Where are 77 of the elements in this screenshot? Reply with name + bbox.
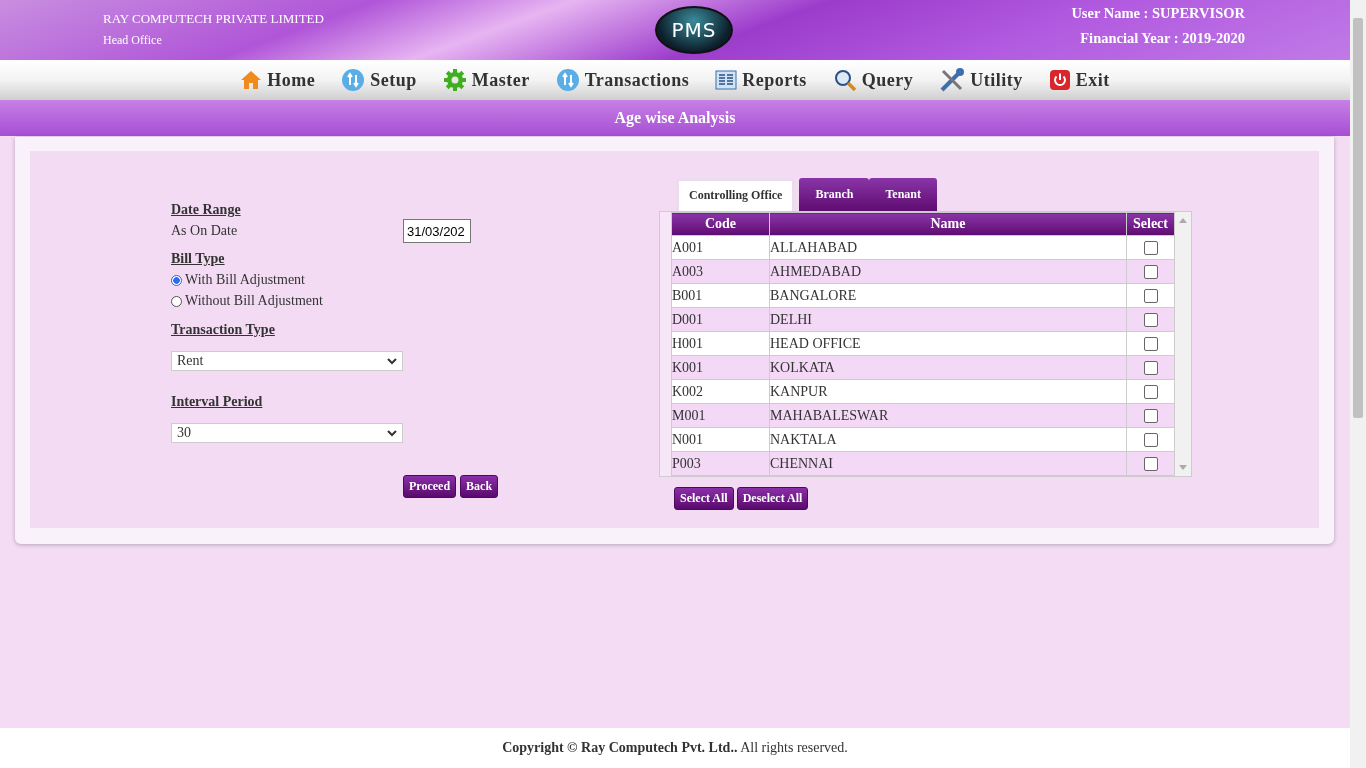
table-cell: A003 (671, 259, 770, 284)
menu-item[interactable]: Exit (1048, 69, 1110, 91)
scrollbar[interactable] (1350, 0, 1366, 768)
table-cell: N001 (671, 427, 770, 452)
action-button[interactable]: Proceed (403, 475, 457, 498)
table-cell: MAHABALESWAR (769, 403, 1127, 428)
house-icon (240, 69, 263, 91)
user-name: User Name : SUPERVISOR (1071, 5, 1245, 22)
tab[interactable]: Tenant (869, 178, 938, 211)
table-cell: H001 (671, 331, 770, 356)
tab[interactable]: Branch (799, 178, 870, 211)
checkbox[interactable] (1143, 313, 1158, 328)
power-icon (1048, 69, 1071, 91)
checkbox[interactable] (1143, 289, 1158, 304)
checkbox[interactable] (1143, 361, 1158, 376)
checkbox[interactable] (1143, 265, 1158, 280)
arrows-icon (555, 68, 580, 92)
menu-item[interactable]: Transactions (555, 68, 690, 92)
tab[interactable]: Controlling Office (676, 178, 796, 211)
section-heading: Bill Type (171, 251, 226, 267)
table-cell: NAKTALA (769, 427, 1127, 452)
checkbox[interactable] (1143, 241, 1158, 256)
interval-period-dropdown[interactable]: 30 (171, 423, 403, 443)
menu-item[interactable]: Utility (939, 67, 1023, 93)
chevron-down-icon (387, 429, 397, 437)
table-cell: KANPUR (769, 379, 1127, 404)
table-cell: A001 (671, 235, 770, 260)
transaction-type-dropdown[interactable]: Rent (171, 351, 403, 371)
arrows-icon (341, 68, 366, 92)
action-button[interactable]: Back (460, 475, 499, 498)
column-header: Name (769, 212, 1127, 236)
section-heading: Date Range (171, 202, 242, 218)
menu-item[interactable]: Home (240, 69, 316, 91)
radio-option[interactable]: Without Bill Adjustment (171, 293, 511, 309)
checkbox[interactable] (1143, 433, 1158, 448)
company-name: RAY COMPUTECH PRIVATE LIMITED (103, 11, 325, 27)
report-icon (715, 69, 738, 91)
chevron-down-icon (387, 357, 397, 365)
table-cell: K002 (671, 379, 770, 404)
table-cell: ALLAHABAD (769, 235, 1127, 260)
table-cell: B001 (671, 283, 770, 308)
radio-option[interactable]: With Bill Adjustment (171, 272, 511, 288)
menu-item[interactable]: Query (832, 68, 914, 92)
financial-year: Financial Year : 2019-2020 (1080, 30, 1245, 47)
date-field[interactable]: 31/03/202 (403, 219, 471, 243)
logo: PMS (655, 6, 733, 54)
checkbox[interactable] (1143, 385, 1158, 400)
table-cell: CHENNAI (769, 451, 1127, 476)
column-header: Select (1126, 212, 1175, 236)
field-label: As On Date (171, 223, 238, 239)
copyright-text: Copyright © Ray Computech Pvt. Ltd.. All rights reserved. (502, 740, 848, 756)
checkbox[interactable] (1143, 409, 1158, 424)
search-icon (832, 68, 857, 92)
section-heading: Interval Period (171, 394, 264, 410)
table-cell: DELHI (769, 307, 1127, 332)
checkbox[interactable] (1143, 457, 1158, 472)
action-button[interactable]: Select All (674, 487, 734, 510)
table-cell: BANGALORE (769, 283, 1127, 308)
table-cell: KOLKATA (769, 355, 1127, 380)
gear-icon (442, 68, 467, 92)
page-title: Age wise Analysis (614, 109, 736, 127)
table-cell: K001 (671, 355, 770, 380)
menu-item[interactable]: Setup (341, 68, 417, 92)
table-cell: HEAD OFFICE (769, 331, 1127, 356)
menu-item[interactable]: Reports (715, 69, 807, 91)
table-cell: P003 (671, 451, 770, 476)
menu-item[interactable]: Master (442, 68, 530, 92)
section-heading: Transaction Type (171, 322, 276, 338)
tools-icon (939, 67, 966, 93)
column-header: Code (671, 212, 770, 236)
table-cell: D001 (671, 307, 770, 332)
table-cell: AHMEDABAD (769, 259, 1127, 284)
table-cell: M001 (671, 403, 770, 428)
action-button[interactable]: Deselect All (736, 487, 809, 510)
office-name: Head Office (103, 33, 163, 48)
checkbox[interactable] (1143, 337, 1158, 352)
scroll-thumb[interactable] (1353, 18, 1363, 418)
